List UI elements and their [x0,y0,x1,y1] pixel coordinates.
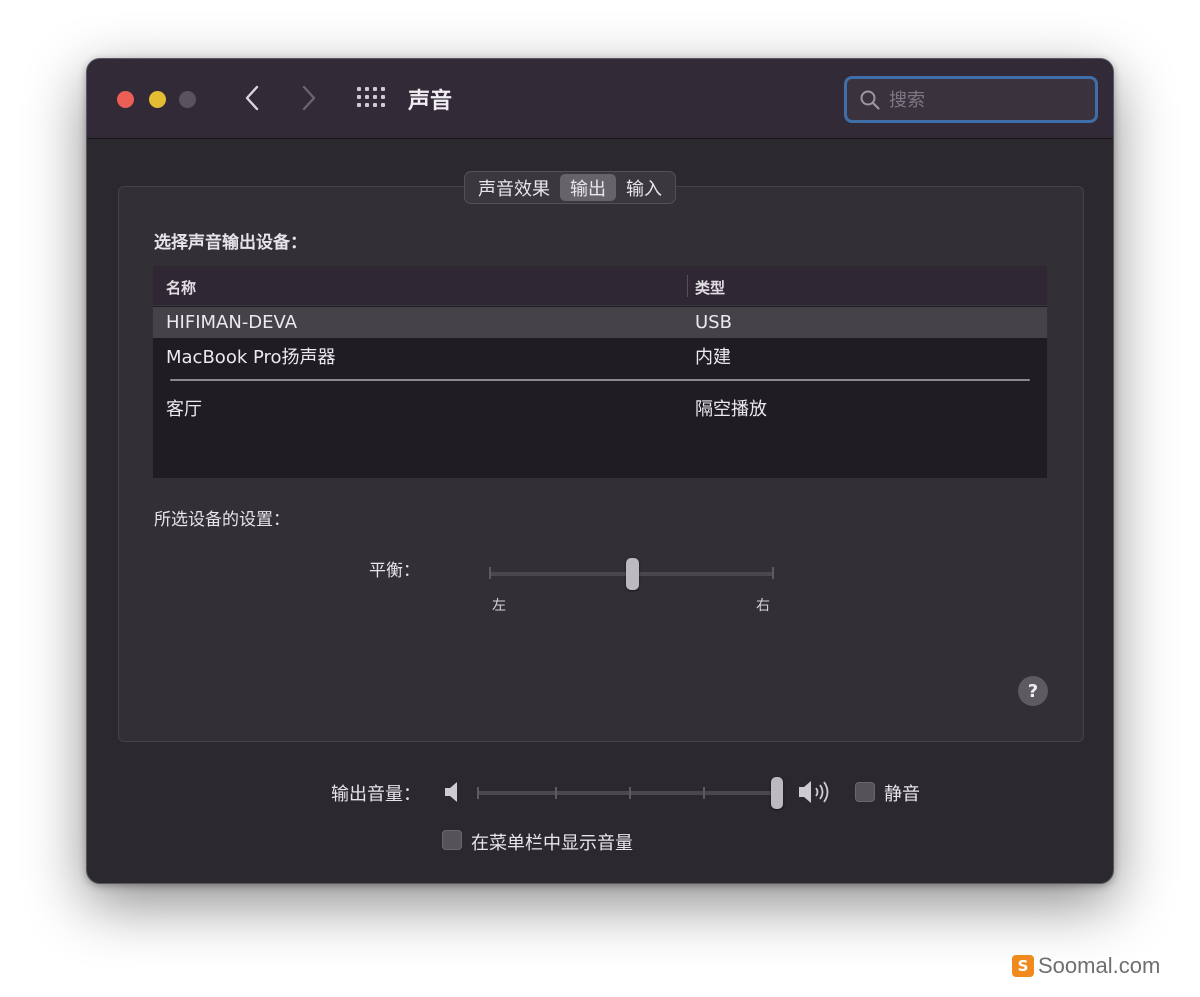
window-title: 声音 [408,89,453,114]
show-volume-in-menubar-checkbox[interactable] [442,830,462,850]
volume-slider-track[interactable] [477,791,777,795]
titlebar: 声音 [87,59,1113,139]
volume-tick [555,787,557,799]
select-output-device-label: 选择声音输出设备： [154,233,307,253]
device-type: 隔空播放 [695,399,767,420]
forward-button[interactable] [294,81,324,115]
volume-tick [477,787,479,799]
balance-tick-left [489,567,491,579]
minimize-button[interactable] [149,91,166,108]
speaker-high-icon [799,781,829,803]
table-row[interactable]: MacBook Pro扬声器 内建 [153,338,1047,369]
volume-tick [703,787,705,799]
volume-tick [629,787,631,799]
selected-device-settings-label: 所选设备的设置： [154,510,290,530]
table-row[interactable]: HIFIMAN-DEVA USB [153,307,1047,338]
sound-preferences-window: 声音 声音效果 输出 输入 选择声音输出设备： 名称 类型 HIFIMAN-DE… [86,58,1114,884]
search-icon [860,90,880,110]
device-name: MacBook Pro扬声器 [166,347,336,368]
output-volume-label: 输出音量： [331,784,421,805]
zoom-button[interactable] [179,91,196,108]
device-name: 客厅 [166,399,202,420]
speaker-low-icon [445,782,457,802]
balance-slider-thumb[interactable] [625,558,639,590]
column-header-name[interactable]: 名称 [166,277,196,298]
column-header-type[interactable]: 类型 [695,277,725,298]
search-field[interactable] [844,76,1098,123]
balance-right-label: 右 [756,598,770,614]
soomal-logo-icon: S [1012,955,1034,977]
table-row[interactable]: 客厅 隔空播放 [153,390,1047,421]
device-name: HIFIMAN-DEVA [166,312,298,333]
table-header: 名称 类型 [153,266,1047,306]
column-divider[interactable] [687,275,688,297]
device-type: USB [695,312,732,333]
watermark-text: Soomal.com [1038,953,1161,978]
close-button[interactable] [117,91,134,108]
tab-output[interactable]: 输出 [560,174,616,201]
chevron-right-icon [302,85,316,111]
grid-icon [357,87,361,91]
back-button[interactable] [237,81,267,115]
tab-sound-effects[interactable]: 声音效果 [468,174,560,201]
tab-bar: 声音效果 输出 输入 [464,171,676,204]
device-type: 内建 [695,347,731,368]
balance-tick-right [772,567,774,579]
volume-slider-thumb[interactable] [771,777,783,809]
device-group-divider [170,379,1030,381]
show-volume-in-menubar-label: 在菜单栏中显示音量 [471,833,633,854]
show-all-grid-button[interactable] [357,85,387,113]
watermark: S Soomal.com [1012,952,1160,980]
mute-checkbox[interactable] [855,782,875,802]
search-input[interactable] [889,87,1089,113]
balance-label: 平衡： [369,561,420,581]
chevron-left-icon [245,85,259,111]
balance-left-label: 左 [492,598,506,614]
help-button[interactable]: ? [1018,676,1048,706]
output-device-table: 名称 类型 HIFIMAN-DEVA USB MacBook Pro扬声器 内建… [153,266,1047,478]
tab-input[interactable]: 输入 [616,174,672,201]
mute-label: 静音 [884,784,920,805]
